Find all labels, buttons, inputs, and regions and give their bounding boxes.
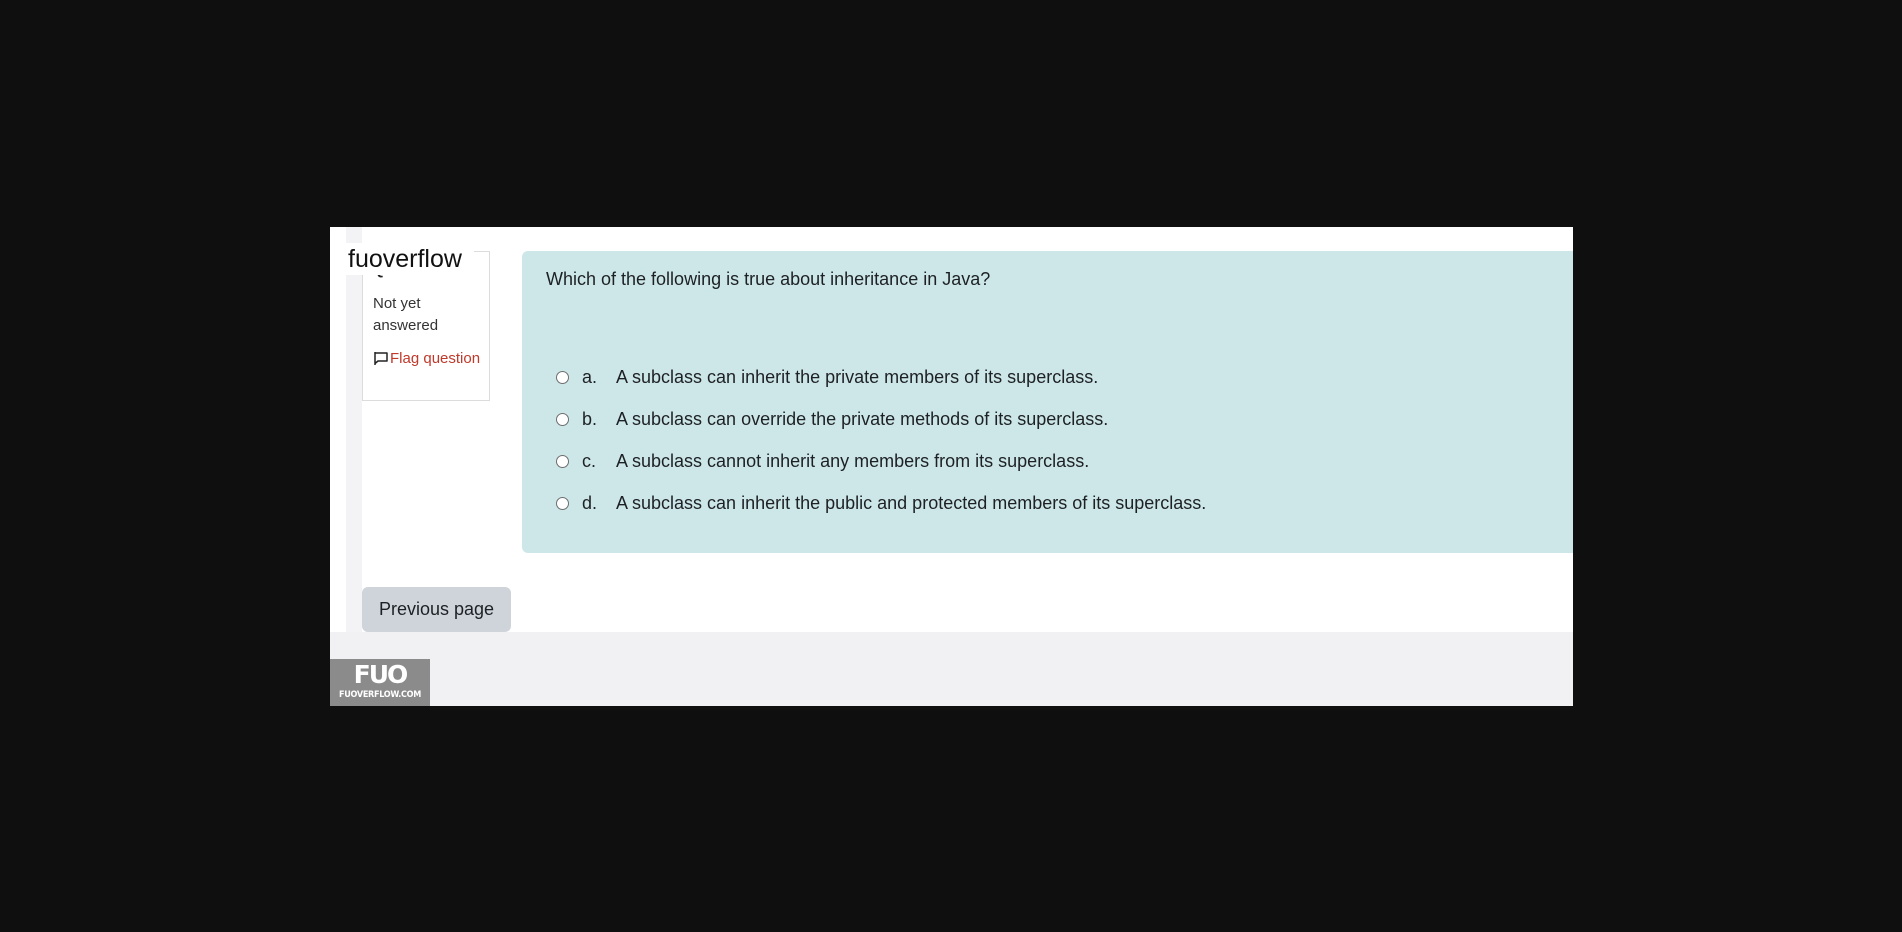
quiz-screenshot: Question 17 fuoverflow Not yet answered … [330, 227, 1573, 706]
answer-list: a. A subclass can inherit the private me… [556, 356, 1206, 524]
answer-letter: d. [582, 492, 598, 513]
previous-page-button[interactable]: Previous page [362, 587, 511, 632]
flag-icon [373, 350, 390, 367]
question-content: Which of the following is true about inh… [522, 251, 1573, 553]
answer-option-d[interactable]: d. A subclass can inherit the public and… [556, 482, 1206, 524]
answer-letter: a. [582, 366, 598, 387]
radio-button[interactable] [556, 370, 569, 384]
answer-letter: c. [582, 450, 597, 471]
answer-letter: b. [582, 408, 598, 429]
radio-button[interactable] [556, 412, 569, 426]
watermark-brand: fuoverflow [340, 243, 474, 275]
question-status: Not yet answered [373, 295, 439, 334]
answer-option-a[interactable]: a. A subclass can inherit the private me… [556, 356, 1206, 398]
watermark-logo: FUO FUOVERFLOW.COM [330, 659, 430, 706]
answer-option-b[interactable]: b. A subclass can override the private m… [556, 398, 1206, 440]
flag-label: Flag question [390, 350, 481, 367]
flag-question-link[interactable]: Flag question [373, 348, 483, 370]
left-gutter [346, 227, 362, 632]
answer-text: A subclass cannot inherit any members fr… [616, 450, 1090, 471]
answer-text: A subclass can override the private meth… [616, 408, 1109, 429]
answer-text: A subclass can inherit the private membe… [616, 366, 1099, 387]
radio-button[interactable] [556, 454, 569, 468]
page-footer-area [330, 632, 1573, 706]
answer-option-c[interactable]: c. A subclass cannot inherit any members… [556, 440, 1206, 482]
answer-text: A subclass can inherit the public and pr… [616, 492, 1207, 513]
question-text: Which of the following is true about inh… [546, 269, 991, 289]
watermark-url: FUOVERFLOW.COM [339, 690, 421, 700]
radio-button[interactable] [556, 496, 569, 510]
fuo-logo: FUO [353, 660, 409, 689]
